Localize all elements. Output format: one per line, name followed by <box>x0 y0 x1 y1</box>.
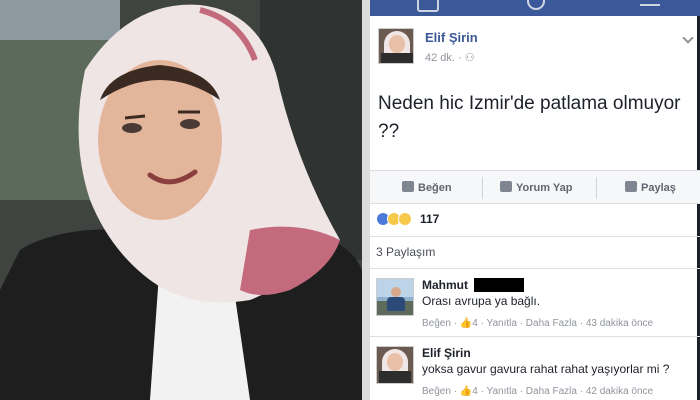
redaction-bar <box>474 278 524 292</box>
share-icon <box>625 181 637 192</box>
screenshot: Elif Şirin 42 dk. · ⚇ Neden hic Izmir'de… <box>0 0 700 400</box>
share-label: Paylaş <box>641 182 676 194</box>
post-header: Elif Şirin 42 dk. · ⚇ <box>370 16 700 76</box>
menu-icon[interactable] <box>640 0 660 10</box>
comment-text: Orası avrupa ya bağlı. <box>422 294 541 308</box>
top-nav-bar <box>370 0 700 16</box>
divider <box>370 236 700 237</box>
commenter-avatar[interactable] <box>376 278 414 316</box>
comment-meta[interactable]: Beğen · 👍4 · Yanıtla · Daha Fazla · 42 d… <box>422 386 653 397</box>
profile-photo <box>0 0 362 400</box>
commenter-avatar[interactable] <box>376 346 414 384</box>
comment-label: Yorum Yap <box>516 182 573 194</box>
divider <box>370 268 700 269</box>
author-avatar[interactable] <box>378 28 414 64</box>
divider <box>370 336 700 337</box>
friends-icon: ⚇ <box>464 52 475 64</box>
post-time-text: 42 dk. <box>425 52 455 64</box>
post-text: Neden hic Izmir'de patlama olmuyor ?? <box>378 93 681 142</box>
comment-text: yoksa gavur gavura rahat rahat yaşıyorla… <box>422 362 670 376</box>
photo-divider <box>362 0 370 400</box>
wow-reaction-icon <box>398 212 412 226</box>
thumbs-up-icon <box>402 181 414 192</box>
commenter-name[interactable]: Elif Şirin <box>422 346 471 360</box>
home-icon[interactable] <box>417 0 439 12</box>
action-separator <box>482 177 483 199</box>
chevron-down-icon[interactable] <box>682 32 694 44</box>
commenter-name[interactable]: Mahmut <box>422 278 468 292</box>
comment-item: Elif Şirin yoksa gavur gavura rahat raha… <box>370 340 700 400</box>
comment-meta[interactable]: Beğen · 👍4 · Yanıtla · Daha Fazla · 43 d… <box>422 318 653 329</box>
like-label: Beğen <box>418 182 452 194</box>
post-actions-bar: Beğen Yorum Yap Paylaş <box>370 170 700 204</box>
post-time: 42 dk. · ⚇ <box>425 52 475 64</box>
reaction-count: 117 <box>420 212 440 226</box>
action-separator <box>596 177 597 199</box>
globe-icon[interactable] <box>527 0 545 10</box>
author-name[interactable]: Elif Şirin <box>425 30 478 45</box>
share-button[interactable]: Paylaş <box>625 171 676 205</box>
like-button[interactable]: Beğen <box>402 171 452 205</box>
comment-item: Mahmut Orası avrupa ya bağlı. Beğen · 👍4… <box>370 272 700 332</box>
facebook-post-panel: Elif Şirin 42 dk. · ⚇ Neden hic Izmir'de… <box>370 0 700 400</box>
comment-icon <box>500 181 512 192</box>
photo-illustration <box>0 0 362 400</box>
share-count[interactable]: 3 Paylaşım <box>376 245 435 259</box>
